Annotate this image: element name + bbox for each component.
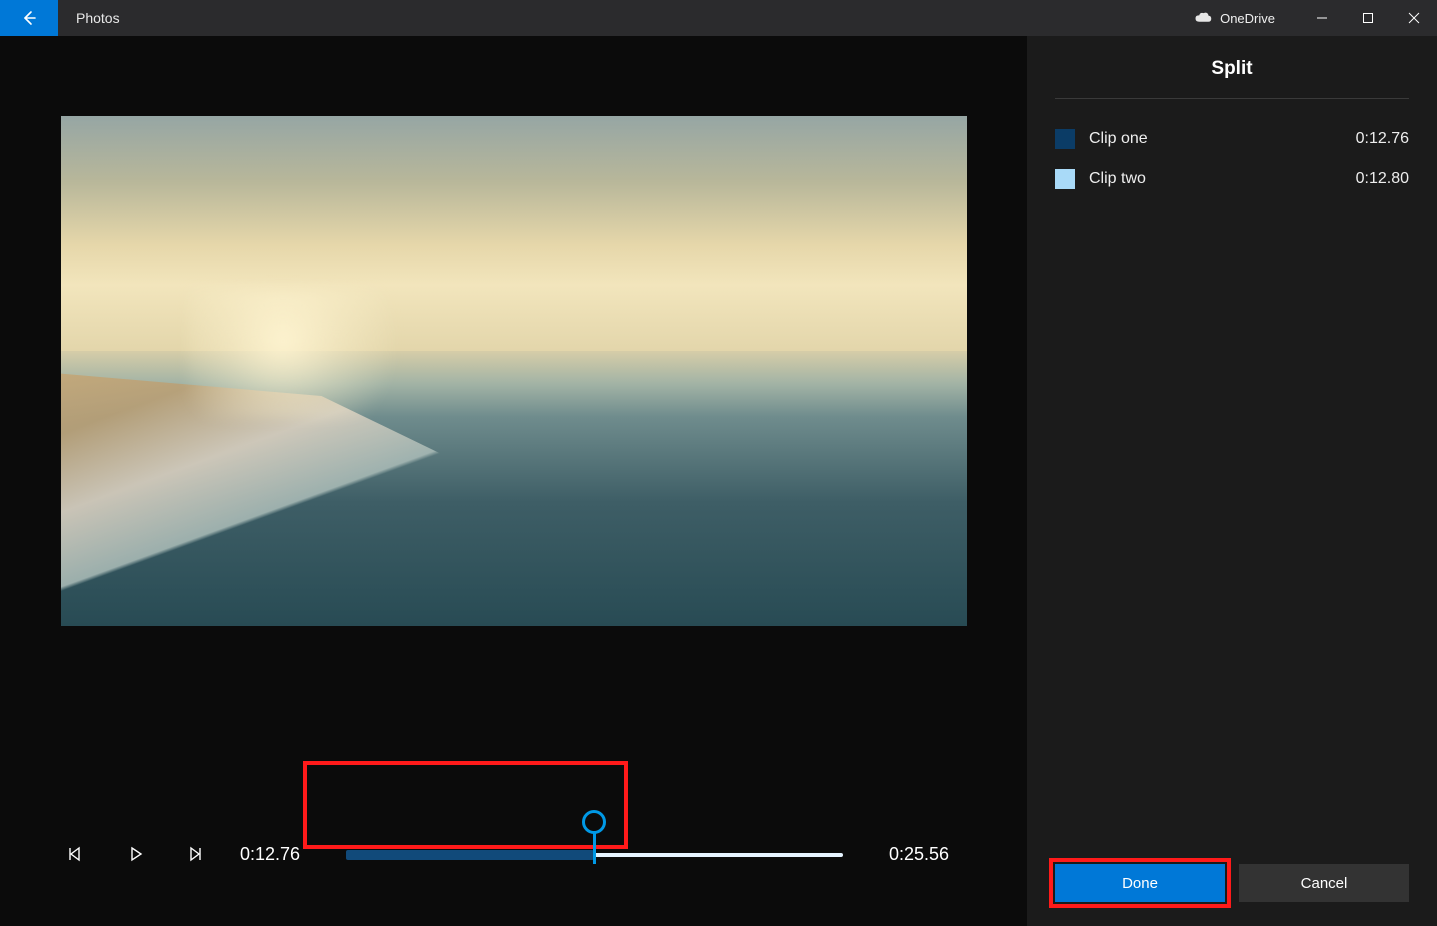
frame-forward-icon	[187, 846, 205, 862]
clip-one-duration: 0:12.76	[1356, 130, 1409, 148]
minimize-icon	[1316, 12, 1328, 24]
clip-row-two[interactable]: Clip two 0:12.80	[1055, 159, 1409, 199]
cloud-icon	[1194, 12, 1212, 24]
playhead-time: 0:12.76	[240, 844, 318, 865]
frame-back-icon	[67, 846, 85, 862]
done-button-label: Done	[1122, 875, 1158, 892]
clip-two-swatch	[1055, 169, 1075, 189]
close-icon	[1408, 12, 1420, 24]
done-button[interactable]: Done	[1055, 864, 1225, 902]
video-preview[interactable]	[61, 116, 967, 626]
player-controls: 0:12.76 0:25.56	[0, 706, 1027, 926]
arrow-left-icon	[21, 10, 37, 26]
onedrive-label: OneDrive	[1220, 11, 1275, 26]
minimize-button[interactable]	[1299, 0, 1345, 36]
timeline-clip-one	[346, 850, 594, 860]
cancel-button-label: Cancel	[1301, 875, 1348, 892]
split-handle-head	[582, 810, 606, 834]
split-panel: Split Clip one 0:12.76 Clip two 0:12.80 …	[1027, 36, 1437, 926]
main-panel: 0:12.76 0:25.56	[0, 36, 1027, 926]
split-handle[interactable]	[593, 820, 595, 864]
timeline[interactable]	[346, 824, 843, 884]
preview-sun-glow	[187, 289, 427, 419]
play-icon	[128, 846, 144, 862]
cancel-button[interactable]: Cancel	[1239, 864, 1409, 902]
clip-one-name: Clip one	[1089, 130, 1342, 148]
frame-back-button[interactable]	[60, 838, 92, 870]
clip-two-duration: 0:12.80	[1356, 170, 1409, 188]
back-button[interactable]	[0, 0, 58, 36]
maximize-button[interactable]	[1345, 0, 1391, 36]
onedrive-status[interactable]: OneDrive	[1194, 11, 1275, 26]
frame-forward-button[interactable]	[180, 838, 212, 870]
titlebar: Photos OneDrive	[0, 0, 1437, 36]
split-panel-title: Split	[1055, 58, 1409, 99]
total-time: 0:25.56	[889, 844, 967, 865]
clip-one-swatch	[1055, 129, 1075, 149]
clip-row-one[interactable]: Clip one 0:12.76	[1055, 119, 1409, 159]
maximize-icon	[1362, 12, 1374, 24]
close-button[interactable]	[1391, 0, 1437, 36]
clip-two-name: Clip two	[1089, 170, 1342, 188]
play-button[interactable]	[120, 838, 152, 870]
app-title: Photos	[76, 10, 120, 26]
